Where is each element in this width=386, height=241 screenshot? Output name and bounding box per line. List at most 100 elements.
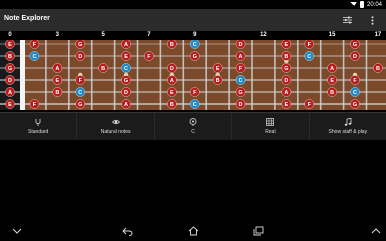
- note-label: E: [170, 90, 174, 96]
- fret-wire: [274, 40, 276, 110]
- note-label: G: [284, 66, 288, 72]
- note-label: A: [124, 102, 128, 108]
- note-label: D: [78, 54, 82, 60]
- fret-number: 12: [260, 32, 267, 38]
- chevron-up-icon: [371, 228, 381, 234]
- fret-number: 15: [328, 32, 336, 38]
- bottom-options-bar: Standard Natural notes C Real Show staff…: [0, 112, 386, 140]
- fret-number: 3: [55, 32, 60, 38]
- wifi-icon: [349, 1, 357, 8]
- home-icon: [188, 226, 198, 236]
- recent-apps-button[interactable]: [251, 225, 265, 237]
- battery-icon: [359, 1, 364, 8]
- note-label: E: [285, 42, 289, 48]
- fret-wire: [297, 40, 299, 110]
- note-label: B: [376, 66, 380, 72]
- note-label: D: [239, 102, 243, 108]
- note-label: E: [8, 42, 12, 48]
- fret-wire: [205, 40, 207, 110]
- note-label: D: [284, 78, 288, 84]
- note-label: G: [78, 102, 82, 108]
- tuning-tab-label: Standard: [28, 129, 49, 135]
- back-arrow-icon: [121, 227, 132, 236]
- note-label: A: [55, 66, 59, 72]
- note-label: G: [78, 42, 82, 48]
- fret-wire: [113, 40, 116, 110]
- screenshot-button[interactable]: [369, 225, 383, 237]
- note-label: C: [239, 78, 243, 84]
- back-button[interactable]: [120, 225, 134, 237]
- note-label: D: [170, 66, 174, 72]
- fret-number: 0: [8, 32, 12, 38]
- note-label: A: [330, 66, 334, 72]
- note-label: B: [170, 42, 174, 48]
- fretboard-drawing: EFGABCDEFGABCDEFGABCDEGABCDEFGABCDEFGABC…: [0, 40, 386, 110]
- fret-wire: [182, 40, 185, 110]
- note-label: B: [101, 66, 105, 72]
- overflow-dots-icon: [371, 15, 373, 25]
- view-mode-tab-label: Real: [265, 129, 276, 135]
- target-icon: [189, 118, 197, 126]
- fretboard-wood: [23, 40, 386, 110]
- note-label: D: [239, 42, 243, 48]
- note-label: C: [307, 54, 311, 60]
- staff-play-tab[interactable]: Show staff & play: [310, 113, 386, 140]
- fret-wire: [251, 40, 253, 110]
- notes-filter-tab[interactable]: Natural notes: [77, 113, 155, 140]
- key-tab[interactable]: C: [155, 113, 233, 140]
- action-bar: Note Explorer: [0, 9, 386, 31]
- fret-numbers-row: 0 3 5 7 9 12 15 17: [0, 32, 386, 40]
- staff-play-tab-label: Show staff & play: [328, 129, 368, 135]
- home-button[interactable]: [186, 225, 200, 237]
- note-label: C: [124, 66, 128, 72]
- note-label: D: [124, 90, 128, 96]
- note-label: B: [8, 54, 12, 60]
- note-label: B: [330, 90, 334, 96]
- settings-sliders-button[interactable]: [339, 12, 355, 28]
- eye-icon: [111, 119, 120, 125]
- note-label: D: [353, 54, 357, 60]
- notes-filter-tab-label: Natural notes: [100, 129, 131, 135]
- navigation-bar: [0, 221, 386, 241]
- note-label: D: [8, 78, 12, 84]
- fret-wire: [365, 40, 368, 110]
- note-label: A: [8, 90, 12, 96]
- tuning-tab[interactable]: Standard: [0, 113, 78, 140]
- overflow-menu-button[interactable]: [364, 12, 380, 28]
- note-label: G: [124, 78, 128, 84]
- note-label: B: [55, 90, 59, 96]
- note-label: A: [284, 90, 288, 96]
- fret-wire: [136, 40, 139, 110]
- note-label: E: [330, 78, 334, 84]
- guitar-nut: [20, 40, 25, 110]
- chevron-down-icon: [12, 228, 22, 234]
- status-time: 20:04: [366, 1, 382, 8]
- note-label: E: [285, 102, 289, 108]
- recent-apps-icon: [253, 226, 263, 236]
- note-label: C: [353, 90, 357, 96]
- fret-wire: [342, 40, 345, 110]
- note-label: E: [216, 66, 220, 72]
- note-label: B: [284, 54, 288, 60]
- view-mode-tab[interactable]: Real: [232, 113, 310, 140]
- collapse-button[interactable]: [10, 225, 24, 237]
- note-label: C: [78, 90, 82, 96]
- note-label: B: [170, 102, 174, 108]
- sliders-icon: [342, 16, 352, 24]
- grid-icon: [266, 118, 275, 126]
- fret-number: 17: [374, 32, 382, 38]
- note-label: A: [170, 78, 174, 84]
- fret-wire: [45, 40, 47, 110]
- status-bar: 20:04: [0, 0, 386, 9]
- note-label: C: [193, 42, 197, 48]
- tuning-fork-icon: [35, 119, 41, 126]
- note-label: E: [56, 78, 60, 84]
- fretboard[interactable]: EFGABCDEFGABCDEFGABCDEGABCDEFGABCDEFGABC…: [0, 40, 386, 110]
- fret-wire: [159, 40, 162, 110]
- note-label: A: [124, 42, 128, 48]
- note-label: C: [193, 102, 197, 108]
- note-label: G: [353, 42, 357, 48]
- fret-number: 9: [193, 32, 197, 38]
- music-note-icon: [344, 118, 352, 126]
- status-icons: 20:04: [349, 0, 382, 9]
